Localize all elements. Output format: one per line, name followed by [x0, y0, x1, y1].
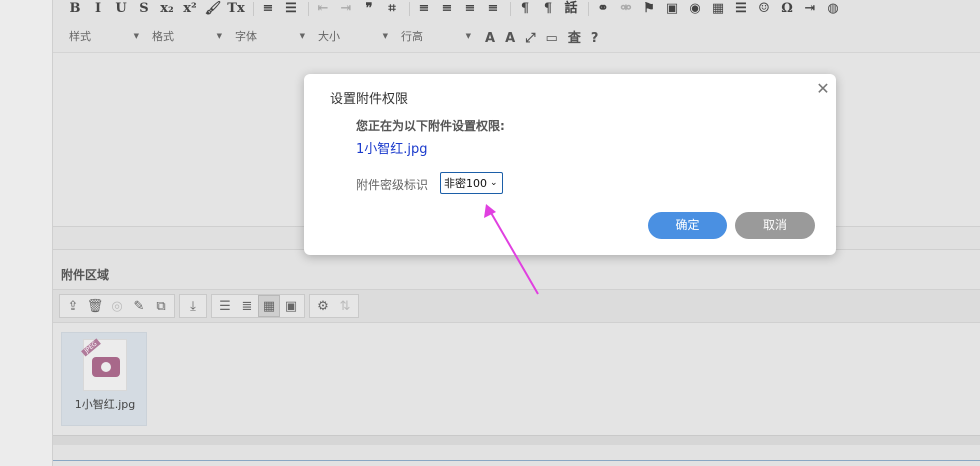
- font-combo-label: 字体: [235, 30, 257, 43]
- unlink-icon[interactable]: ⚮: [616, 1, 636, 17]
- chevron-down-icon: ▼: [299, 32, 305, 40]
- attachment-file-tile[interactable]: JPEG 1小智红.jpg: [61, 332, 147, 426]
- line-height-combo[interactable]: 行高 ▼: [397, 26, 475, 46]
- language-icon[interactable]: 話: [561, 1, 581, 17]
- line-height-combo-label: 行高: [401, 30, 423, 43]
- divider: [53, 460, 980, 461]
- attachment-toolbar: ⇪ 🗑 ◎ ✎ ⧉ ⤓ ☰ ≣ ▦ ▣ ⚙ ⇅: [53, 289, 980, 323]
- align-center-icon[interactable]: ≡: [437, 1, 457, 17]
- size-combo[interactable]: 大小 ▼: [314, 26, 392, 46]
- size-combo-label: 大小: [318, 30, 340, 43]
- attachment-list: JPEG 1小智红.jpg: [53, 323, 980, 435]
- upload-icon[interactable]: ⇪: [62, 295, 84, 317]
- outdent-icon[interactable]: ⇤: [313, 1, 333, 17]
- chevron-down-icon: ▼: [133, 32, 139, 40]
- chevron-down-icon: ▼: [216, 32, 222, 40]
- list-view-icon[interactable]: ☰: [214, 295, 236, 317]
- confirm-button[interactable]: 确定: [648, 212, 727, 239]
- toolbar-separator: [510, 2, 511, 16]
- attachment-view-group: ☰ ≣ ▦ ▣: [211, 294, 305, 318]
- toolbar-separator: [253, 2, 254, 16]
- style-combo-label: 样式: [69, 30, 91, 43]
- copy-icon[interactable]: ⧉: [150, 295, 172, 317]
- dialog-title: 设置附件权限: [330, 92, 409, 107]
- attachment-actions-group: ⇪ 🗑 ◎ ✎ ⧉: [59, 294, 175, 318]
- bold-icon[interactable]: B: [65, 1, 85, 17]
- clear-format-icon[interactable]: Tx: [226, 1, 246, 17]
- code-block-icon[interactable]: ⌗: [382, 1, 402, 17]
- download-icon[interactable]: ⤓: [182, 295, 204, 317]
- numbered-list-icon[interactable]: ≡: [258, 1, 278, 17]
- editor-toolbar-secondary: 样式 ▼ 格式 ▼ 字体 ▼ 大小 ▼ 行高 ▼ A A ⤢ ▭ 査?: [53, 24, 980, 48]
- source-icon[interactable]: 査: [568, 31, 581, 46]
- iframe-icon[interactable]: ◍: [823, 1, 843, 17]
- strikethrough-icon[interactable]: S: [134, 1, 154, 17]
- dialog-file-name: 1小智红.jpg: [356, 142, 428, 157]
- bullet-list-icon[interactable]: ☰: [281, 1, 301, 17]
- jpeg-file-icon: JPEG: [81, 338, 127, 391]
- underline-icon[interactable]: U: [111, 1, 131, 17]
- align-justify-icon[interactable]: ≡: [483, 1, 503, 17]
- image-icon[interactable]: ▣: [662, 1, 682, 17]
- flash-icon[interactable]: ◉: [685, 1, 705, 17]
- superscript-icon[interactable]: x²: [180, 1, 200, 17]
- text-color-icon[interactable]: A: [485, 31, 495, 46]
- attachment-permission-dialog: 设置附件权限 ✕ 您正在为以下附件设置权限: 1小智红.jpg 附件密级标识 非…: [304, 74, 836, 255]
- table-icon[interactable]: ▦: [708, 1, 728, 17]
- subscript-icon[interactable]: x₂: [157, 1, 177, 17]
- align-right-icon[interactable]: ≡: [460, 1, 480, 17]
- cancel-button[interactable]: 取消: [735, 212, 815, 239]
- chevron-down-icon: ▼: [382, 32, 388, 40]
- attachment-footer: [53, 435, 980, 445]
- italic-icon[interactable]: I: [88, 1, 108, 17]
- indent-icon[interactable]: ⇥: [336, 1, 356, 17]
- link-icon[interactable]: ⚭: [593, 1, 613, 17]
- blockquote-icon[interactable]: ❞: [359, 1, 379, 17]
- show-blocks-icon[interactable]: ▭: [546, 31, 558, 46]
- classification-select[interactable]: 非密100 ⌄: [440, 172, 503, 194]
- font-combo[interactable]: 字体 ▼: [231, 26, 309, 46]
- dialog-subtitle: 您正在为以下附件设置权限:: [356, 119, 505, 133]
- editor-toolbar-main: B I U Sx₂ x² 🖌 Tx ≡ ☰ ⇤ ⇥ ❞ ⌗ ≡ ≡ ≡ ≡ ¶ ¶ 話 ⚭ ⚮ ⚑ ▣ ◉ ▦ ☰ ☺ Ω ⇥ ◍: [53, 0, 980, 18]
- classification-select-value: 非密100: [444, 177, 487, 190]
- chevron-down-icon: ⌄: [490, 178, 498, 188]
- lock-icon[interactable]: ◎: [106, 295, 128, 317]
- smiley-icon[interactable]: ☺: [754, 1, 774, 17]
- sort-icon[interactable]: ⇅: [334, 295, 356, 317]
- gear-icon[interactable]: ⚙: [312, 295, 334, 317]
- attachment-file-name: 1小智红.jpg: [74, 398, 136, 411]
- toolbar-separator: [588, 2, 589, 16]
- image-view-icon[interactable]: ▣: [280, 295, 302, 317]
- maximize-icon[interactable]: ⤢: [525, 31, 535, 46]
- close-icon[interactable]: ✕: [816, 81, 830, 97]
- horizontal-line-icon[interactable]: ☰: [731, 1, 751, 17]
- attachment-settings-group: ⚙ ⇅: [309, 294, 359, 318]
- anchor-flag-icon[interactable]: ⚑: [639, 1, 659, 17]
- style-combo[interactable]: 样式 ▼: [65, 26, 143, 46]
- format-combo-label: 格式: [152, 30, 174, 43]
- ltr-icon[interactable]: ¶: [515, 1, 535, 17]
- toolbar-separator: [308, 2, 309, 16]
- detail-list-icon[interactable]: ≣: [236, 295, 258, 317]
- chevron-down-icon: ▼: [465, 32, 471, 40]
- attachment-section-title: 附件区域: [61, 268, 110, 282]
- format-painter-icon[interactable]: 🖌: [203, 1, 223, 17]
- align-left-icon[interactable]: ≡: [414, 1, 434, 17]
- camera-icon: [92, 357, 120, 377]
- edit-icon[interactable]: ✎: [128, 295, 150, 317]
- format-combo[interactable]: 格式 ▼: [148, 26, 226, 46]
- delete-icon[interactable]: 🗑: [84, 295, 106, 317]
- grid-view-icon[interactable]: ▦: [258, 295, 280, 317]
- toolbar-separator: [409, 2, 410, 16]
- file-type-badge: JPEG: [81, 338, 101, 357]
- bg-color-icon[interactable]: A: [505, 31, 515, 46]
- help-icon[interactable]: ?: [591, 31, 599, 46]
- classification-label: 附件密级标识: [356, 178, 429, 192]
- attachment-download-group: ⤓: [179, 294, 207, 318]
- rtl-icon[interactable]: ¶: [538, 1, 558, 17]
- special-char-icon[interactable]: Ω: [777, 1, 797, 17]
- page-break-icon[interactable]: ⇥: [800, 1, 820, 17]
